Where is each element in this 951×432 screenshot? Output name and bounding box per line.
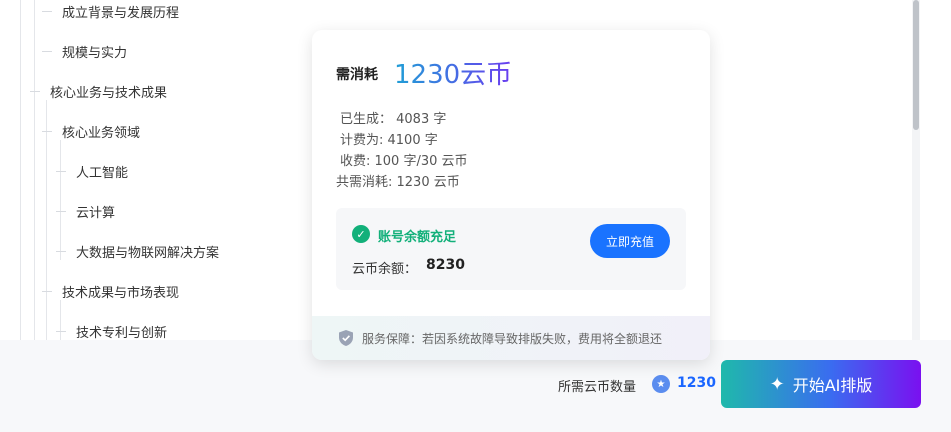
balance-sufficient-text: 账号余额充足 [378, 230, 457, 245]
outline-item[interactable]: 技术成果与市场表现 [42, 279, 179, 303]
balance-panel: ✓ 账号余额充足 云币余额： 8230 立即充值 [336, 208, 686, 290]
outline-item-label: 云计算 [76, 205, 116, 221]
outline-item-label: 人工智能 [76, 165, 129, 181]
outline-item-label: 技术专利与创新 [76, 325, 168, 341]
start-ai-layout-label: 开始AI排版 [792, 376, 873, 395]
cost-label: 需消耗 [336, 67, 378, 83]
outline-item[interactable]: 核心业务领域 [42, 119, 140, 143]
billed-count: 计费为: 4100 字 [340, 133, 438, 148]
required-coins-label: 所需云币数量 [558, 380, 637, 395]
required-coins-value: 1230 [677, 375, 716, 391]
outline-guide-line [20, 0, 21, 340]
cost-popup: 需消耗 1230云币 已生成： 4083 字 计费为: 4100 字 收费: 1… [312, 30, 710, 360]
outline-item[interactable]: 规模与实力 [42, 39, 127, 63]
sparkle-icon: ✦ [769, 373, 785, 395]
balance-label: 云币余额： [352, 262, 418, 277]
check-circle-icon: ✓ [352, 225, 370, 243]
outline-item-label: 技术成果与市场表现 [62, 285, 180, 301]
total-cost-text: 共需消耗: 1230 云币 [336, 175, 460, 190]
generated-count: 已生成： 4083 字 [340, 112, 447, 127]
outline-item-label: 核心业务领域 [62, 125, 141, 141]
outline-item-label: 核心业务与技术成果 [50, 85, 168, 101]
start-ai-layout-button[interactable]: ✦ 开始AI排版 [721, 360, 921, 408]
cost-value: 1230云币 [394, 54, 512, 91]
service-guarantee-text: 服务保障：若因系统故障导致排版失败，费用将全额退还 [362, 331, 663, 346]
outline-item[interactable]: 技术专利与创新 [56, 319, 167, 340]
outline-item-label: 大数据与物联网解决方案 [76, 245, 220, 261]
coin-icon: ★ [652, 375, 670, 393]
recharge-button[interactable]: 立即充值 [590, 224, 670, 258]
rate-text: 收费: 100 字/30 云币 [340, 154, 468, 169]
outline-item-label: 成立背景与发展历程 [62, 5, 180, 21]
shield-check-icon [339, 330, 353, 346]
service-guarantee: 服务保障：若因系统故障导致排版失败，费用将全额退还 [312, 316, 710, 360]
outline-item[interactable]: 人工智能 [56, 159, 128, 183]
outline-item[interactable]: 核心业务与技术成果 [30, 79, 167, 103]
outline-guide-line [34, 0, 35, 340]
outline-item[interactable]: 成立背景与发展历程 [42, 0, 179, 23]
outline-item[interactable]: 云计算 [56, 199, 115, 223]
scrollbar-thumb[interactable] [913, 0, 919, 130]
outline-item[interactable]: 大数据与物联网解决方案 [56, 239, 219, 263]
outline-item-label: 规模与实力 [62, 45, 128, 61]
balance-value: 8230 [426, 257, 465, 273]
